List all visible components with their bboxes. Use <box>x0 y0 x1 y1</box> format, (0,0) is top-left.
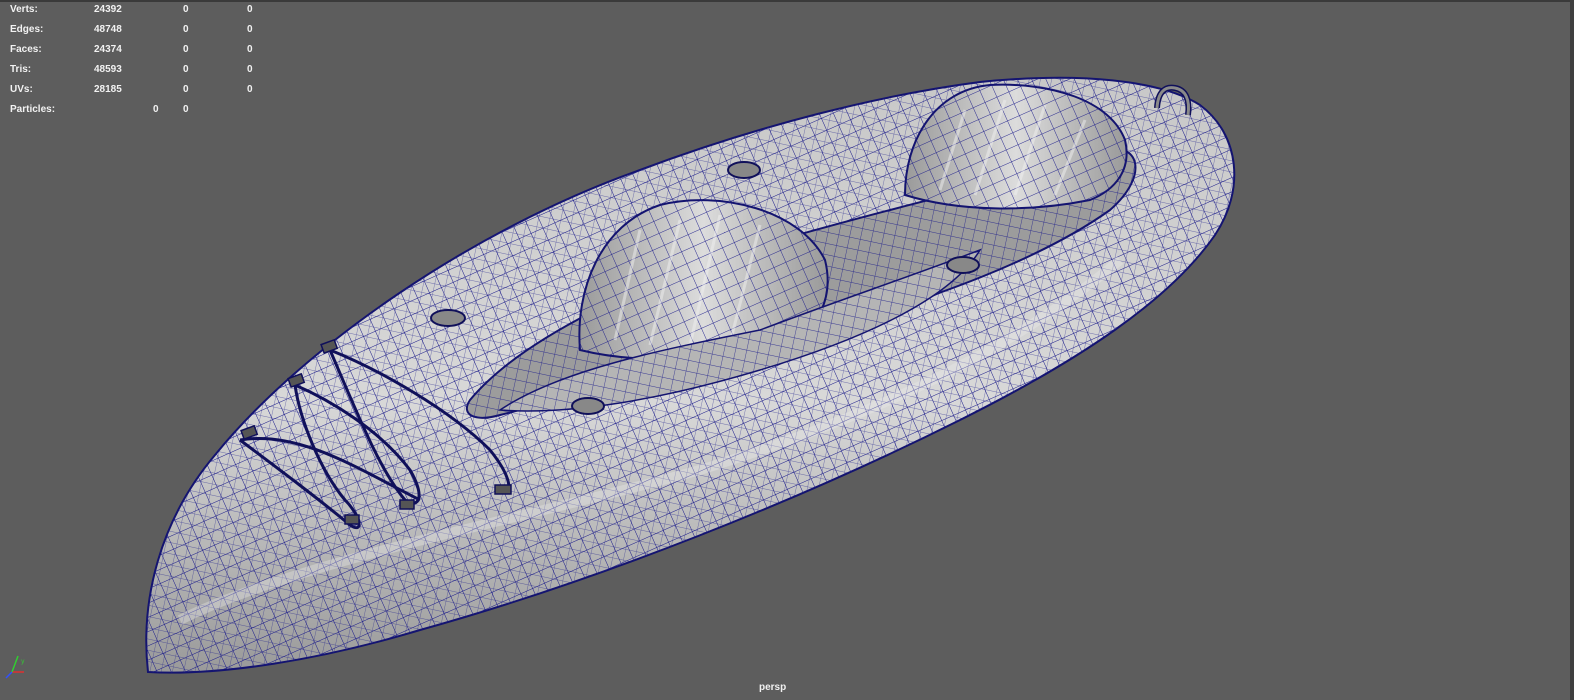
svg-text:y: y <box>21 658 25 665</box>
hud-value: 0 <box>247 4 253 15</box>
hud-value: 0 <box>183 84 189 95</box>
viewport-persp[interactable]: Verts: 24392 0 0 Edges: 48748 0 0 Faces:… <box>0 0 1574 700</box>
hud-value: 0 <box>183 4 189 15</box>
hud-label: Faces: <box>10 44 42 55</box>
kayak-wireframe-mesh[interactable] <box>0 0 1574 700</box>
hud-value: 0 <box>247 64 253 75</box>
hud-value: 0 <box>183 104 189 115</box>
axis-gizmo-icon: y <box>5 655 25 679</box>
hud-label: Tris: <box>10 64 32 75</box>
hud-value: 0 <box>247 84 253 95</box>
hud-value: 0 <box>247 24 253 35</box>
hud-label: UVs: <box>10 84 33 95</box>
hud-value: 48593 <box>94 64 122 75</box>
hud-label: Particles: <box>10 104 56 115</box>
hud-value: 48748 <box>94 24 122 35</box>
hud-value: 0 <box>183 64 189 75</box>
hud-value: 24374 <box>94 44 122 55</box>
camera-name-label: persp <box>759 682 787 693</box>
hud-value: 0 <box>153 104 159 115</box>
hud-value: 28185 <box>94 84 122 95</box>
hud-value: 0 <box>183 44 189 55</box>
hud-value: 24392 <box>94 4 122 15</box>
hud-label: Edges: <box>10 24 44 35</box>
hud-value: 0 <box>247 44 253 55</box>
hud-value: 0 <box>183 24 189 35</box>
hud-label: Verts: <box>10 4 38 15</box>
